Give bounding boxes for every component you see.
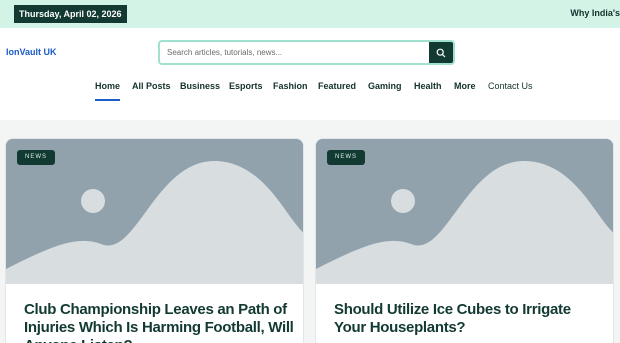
search-input[interactable] [160,42,430,63]
article-card[interactable]: NEWS Club Championship Leaves an Path of… [5,138,304,343]
site-header: IonVault UK Home All Posts Business Espo… [0,28,620,120]
nav-item-health[interactable]: Health [414,81,442,91]
article-title[interactable]: Should Utilize Ice Cubes to Irrigate You… [334,301,604,337]
nav-item-home[interactable]: Home [95,81,121,101]
site-logo[interactable]: IonVault UK [6,47,57,57]
search-button[interactable] [429,42,453,63]
search-bar [158,40,455,65]
article-image-placeholder[interactable]: NEWS [6,139,303,284]
nav-item-featured[interactable]: Featured [318,81,356,91]
nav-item-gaming[interactable]: Gaming [368,81,402,91]
date-badge: Thursday, April 02, 2026 [14,5,127,23]
category-badge[interactable]: NEWS [17,150,55,165]
nav-item-more[interactable]: More [454,81,476,91]
nav-item-business[interactable]: Business [180,81,220,91]
news-ticker[interactable]: Why India's [570,8,620,18]
search-icon [436,48,446,57]
article-image-placeholder[interactable]: NEWS [316,139,613,284]
top-bar: Thursday, April 02, 2026 Why India's [0,0,620,28]
nav-item-fashion[interactable]: Fashion [273,81,308,91]
article-card[interactable]: NEWS Should Utilize Ice Cubes to Irrigat… [315,138,614,343]
nav-item-esports[interactable]: Esports [229,81,263,91]
category-badge[interactable]: NEWS [327,150,365,165]
nav-item-all-posts[interactable]: All Posts [132,81,171,91]
nav-item-contact[interactable]: Contact Us [488,81,533,91]
article-title[interactable]: Club Championship Leaves an Path of Inju… [24,301,294,343]
